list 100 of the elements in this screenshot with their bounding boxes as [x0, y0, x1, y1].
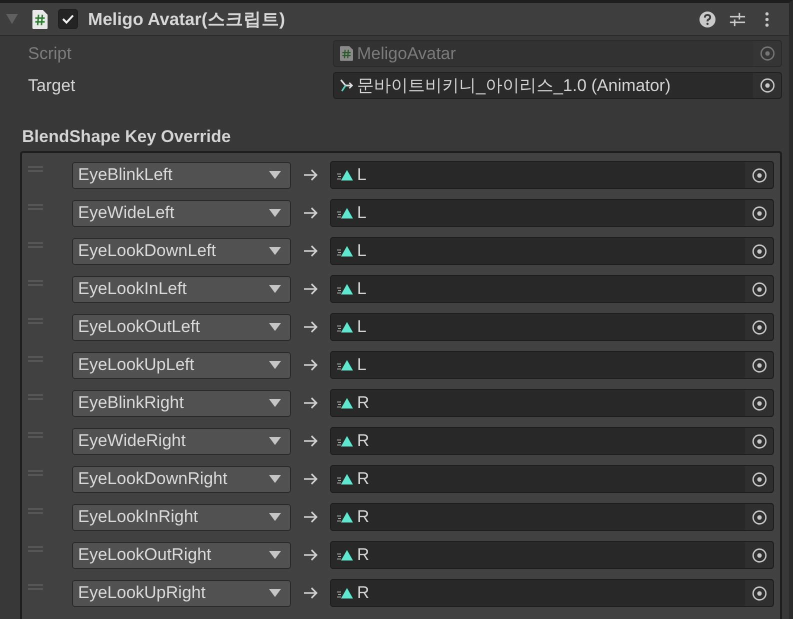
- object-picker-button[interactable]: [753, 73, 781, 98]
- sliders-icon[interactable]: [729, 10, 746, 28]
- blendshape-value: L: [357, 317, 368, 337]
- blendshape-field[interactable]: R: [330, 503, 774, 531]
- blendshape-dropdown[interactable]: EyeLookDownRight: [72, 466, 291, 492]
- blendshape-dropdown[interactable]: EyeLookDownLeft: [72, 238, 291, 264]
- object-picker-button[interactable]: [745, 200, 773, 226]
- arrow-right-icon: [304, 207, 318, 219]
- object-picker-button[interactable]: [745, 162, 773, 188]
- drag-handle-icon[interactable]: [28, 508, 43, 514]
- blendshape-field[interactable]: L: [330, 313, 774, 341]
- caret-icon: [269, 437, 281, 445]
- caret-icon: [269, 589, 281, 597]
- blendshape-value: L: [357, 203, 368, 223]
- target-circle-icon: [752, 358, 766, 372]
- drag-handle-icon[interactable]: [28, 584, 43, 590]
- blendshape-dropdown[interactable]: EyeWideLeft: [72, 200, 291, 226]
- drag-handle-icon[interactable]: [28, 318, 43, 324]
- object-picker-button[interactable]: [745, 390, 773, 416]
- blendshape-field[interactable]: R: [330, 427, 774, 455]
- caret-icon: [269, 361, 281, 369]
- object-picker-button[interactable]: [745, 580, 773, 606]
- checkmark-icon: [62, 14, 74, 24]
- target-circle-icon: [760, 78, 774, 93]
- drag-handle-icon[interactable]: [28, 242, 43, 248]
- blendshape-dropdown[interactable]: EyeLookUpLeft: [72, 352, 291, 378]
- object-picker-button[interactable]: [745, 314, 773, 340]
- blendshape-value: R: [357, 431, 370, 451]
- arrow-right-icon: [304, 321, 318, 333]
- blendshape-icon: [337, 245, 353, 257]
- object-picker-button[interactable]: [745, 238, 773, 264]
- drag-handle-icon[interactable]: [28, 470, 43, 476]
- more-options-icon[interactable]: [765, 12, 769, 26]
- blendshape-icon: [337, 435, 353, 447]
- target-circle-icon: [752, 206, 766, 220]
- object-picker-button[interactable]: [745, 542, 773, 568]
- blendshape-icon: [337, 207, 353, 219]
- caret-icon: [269, 323, 281, 331]
- script-file-icon: [340, 46, 353, 61]
- blendshape-icon: [337, 397, 353, 409]
- blendshape-field[interactable]: L: [330, 237, 774, 265]
- drag-handle-icon[interactable]: [28, 356, 43, 362]
- blendshape-field[interactable]: L: [330, 351, 774, 379]
- property-label: Target: [27, 76, 76, 96]
- target-circle-icon: [752, 244, 766, 258]
- object-picker-button[interactable]: [745, 428, 773, 454]
- drag-handle-icon[interactable]: [28, 432, 43, 438]
- arrow-right-icon: [304, 587, 318, 599]
- drag-handle-icon[interactable]: [28, 394, 43, 400]
- target-circle-icon: [752, 434, 766, 448]
- enabled-checkbox[interactable]: [58, 9, 78, 29]
- blendshape-dropdown[interactable]: EyeBlinkRight: [72, 390, 291, 416]
- object-picker-button[interactable]: [745, 504, 773, 530]
- blendshape-dropdown[interactable]: EyeWideRight: [72, 428, 291, 454]
- arrow-right-icon: [304, 169, 318, 181]
- drag-handle-icon[interactable]: [28, 280, 43, 286]
- blendshape-field[interactable]: L: [330, 275, 774, 303]
- animator-icon: [340, 78, 353, 93]
- blendshape-icon: [337, 549, 353, 561]
- caret-icon: [269, 475, 281, 483]
- target-circle-icon: [752, 510, 766, 524]
- blendshape-dropdown[interactable]: EyeLookOutLeft: [72, 314, 291, 340]
- blendshape-dropdown[interactable]: EyeLookInRight: [72, 504, 291, 530]
- caret-icon: [269, 247, 281, 255]
- target-circle-icon: [752, 320, 766, 334]
- drag-handle-icon[interactable]: [28, 166, 43, 172]
- blendshape-icon: [337, 359, 353, 371]
- blendshape-value: R: [357, 545, 370, 565]
- arrow-right-icon: [304, 397, 318, 409]
- target-circle-icon: [752, 472, 766, 486]
- caret-icon: [269, 209, 281, 217]
- blendshape-icon: [337, 283, 353, 295]
- blendshape-value: R: [357, 583, 370, 603]
- object-picker-button[interactable]: [745, 466, 773, 492]
- arrow-right-icon: [304, 245, 318, 257]
- blendshape-icon: [337, 587, 353, 599]
- blendshape-dropdown[interactable]: EyeBlinkLeft: [72, 162, 291, 188]
- blendshape-field[interactable]: R: [330, 541, 774, 569]
- blendshape-icon: [337, 511, 353, 523]
- object-picker-button[interactable]: [745, 276, 773, 302]
- arrow-right-icon: [304, 511, 318, 523]
- help-icon[interactable]: [699, 10, 716, 28]
- blendshape-field[interactable]: L: [330, 161, 774, 189]
- blendshape-field[interactable]: R: [330, 579, 774, 607]
- blendshape-dropdown[interactable]: EyeLookInLeft: [72, 276, 291, 302]
- target-circle-icon: [752, 396, 766, 410]
- object-field[interactable]: 문바이트비키니_아이리스_1.0 (Animator): [333, 72, 782, 99]
- blendshape-value: R: [357, 507, 370, 527]
- object-picker-button[interactable]: [745, 352, 773, 378]
- blendshape-field[interactable]: R: [330, 389, 774, 417]
- blendshape-field[interactable]: L: [330, 199, 774, 227]
- blendshape-icon: [337, 473, 353, 485]
- component-title: Meligo Avatar(스크립트): [88, 8, 286, 31]
- drag-handle-icon[interactable]: [28, 204, 43, 210]
- blendshape-dropdown[interactable]: EyeLookUpRight: [72, 580, 291, 606]
- blendshape-dropdown[interactable]: EyeLookOutRight: [72, 542, 291, 568]
- blendshape-field[interactable]: R: [330, 465, 774, 493]
- drag-handle-icon[interactable]: [28, 546, 43, 552]
- arrow-right-icon: [304, 473, 318, 485]
- caret-icon: [269, 285, 281, 293]
